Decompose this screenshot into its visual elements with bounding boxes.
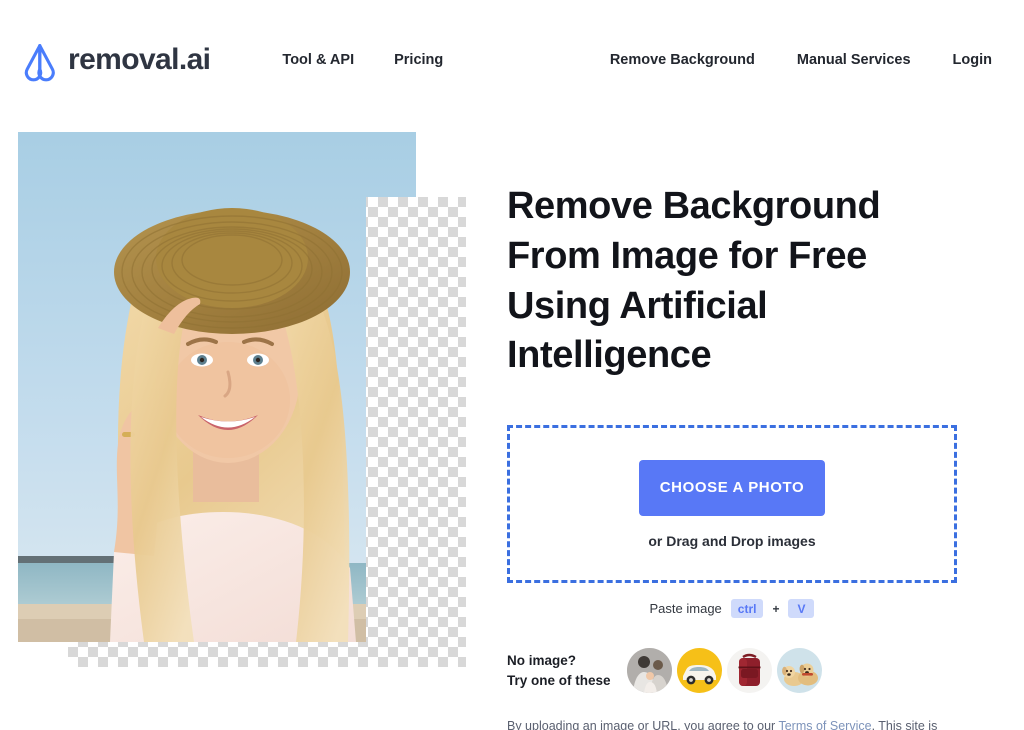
sample-thumb-dogs[interactable]	[777, 648, 822, 694]
upload-dropzone[interactable]: CHOOSE A PHOTO or Drag and Drop images	[507, 425, 957, 584]
nav-remove-background[interactable]: Remove Background	[610, 52, 755, 68]
secondary-nav: Remove Background Manual Services Login	[610, 52, 992, 68]
key-v: V	[788, 599, 815, 619]
key-separator: +	[772, 601, 780, 616]
nav-manual-services[interactable]: Manual Services	[797, 52, 911, 68]
paste-image-row: Paste image ctrl + V	[507, 599, 957, 619]
primary-nav: Tool & API Pricing	[282, 52, 443, 68]
key-ctrl: ctrl	[730, 599, 764, 619]
sample-thumb-backpack[interactable]	[727, 648, 772, 694]
legal-disclaimer: By uploading an image or URL, you agree …	[507, 717, 967, 730]
hero-section: Remove Background From Image for Free Us…	[0, 120, 1024, 730]
brand-name: removal.ai	[68, 43, 211, 76]
nav-tool-api[interactable]: Tool & API	[282, 52, 354, 68]
sample-label-line2: Try one of these	[507, 672, 611, 688]
legal-prefix: By uploading an image or URL, you agree …	[507, 719, 779, 730]
choose-a-photo-button[interactable]: CHOOSE A PHOTO	[639, 459, 825, 516]
sample-thumbnail-list	[627, 648, 822, 694]
removal-ai-logo-icon	[18, 38, 62, 82]
nav-login[interactable]: Login	[953, 52, 992, 68]
drag-drop-hint: or Drag and Drop images	[648, 532, 816, 549]
page-title: Remove Background From Image for Free Us…	[507, 185, 881, 377]
hero-visual	[0, 120, 500, 730]
terms-of-service-link[interactable]: Terms of Service	[778, 719, 871, 730]
sample-thumb-car[interactable]	[677, 648, 722, 694]
sample-images-section: No image? Try one of these	[507, 648, 977, 694]
site-header: removal.ai Tool & API Pricing Remove Bac…	[0, 0, 1024, 120]
sample-label-line1: No image?	[507, 653, 577, 668]
sample-images-label: No image? Try one of these	[507, 651, 625, 690]
sample-thumb-family[interactable]	[627, 648, 672, 694]
hero-copy: Remove Background From Image for Free Us…	[507, 182, 977, 730]
brand-logo[interactable]: removal.ai	[18, 38, 211, 82]
nav-pricing[interactable]: Pricing	[394, 52, 443, 68]
paste-image-label: Paste image	[649, 601, 722, 617]
hero-photo	[18, 132, 416, 642]
